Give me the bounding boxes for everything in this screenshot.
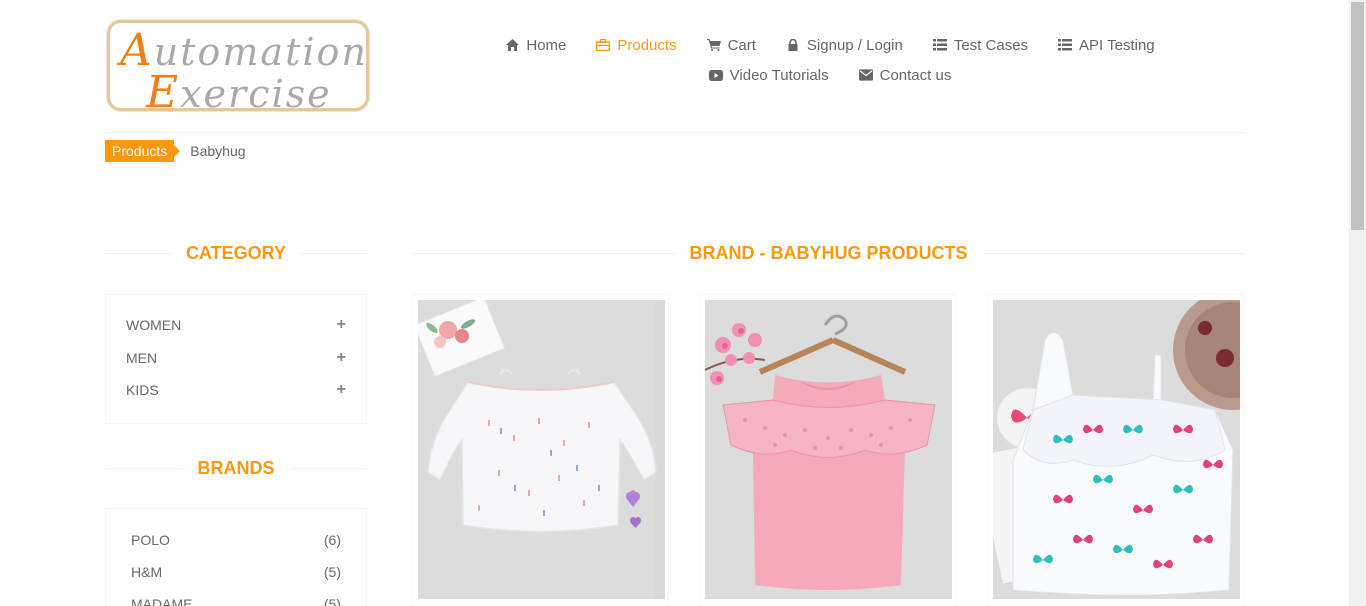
brand-count: (5) bbox=[323, 564, 341, 580]
scrollbar-thumb[interactable] bbox=[1351, 2, 1364, 230]
nav-home-label: Home bbox=[526, 36, 567, 54]
brands-panel: Polo (6) H&M (5) Madame (5) bbox=[105, 508, 367, 606]
nav-test-cases-label: Test Cases bbox=[953, 36, 1029, 54]
brand-hm[interactable]: H&M (5) bbox=[106, 556, 366, 588]
nav-contact-us[interactable]: Contact us bbox=[844, 67, 967, 84]
product-card[interactable] bbox=[987, 294, 1244, 606]
products-icon bbox=[596, 38, 611, 52]
category-heading: CATEGORY bbox=[105, 243, 368, 263]
lock-icon bbox=[786, 38, 800, 52]
nav-products[interactable]: Products bbox=[581, 37, 691, 54]
nav-signup-login[interactable]: Signup / Login bbox=[771, 37, 918, 54]
brand-polo[interactable]: Polo (6) bbox=[106, 524, 366, 556]
breadcrumb-current: Babyhug bbox=[190, 143, 246, 159]
nav-home[interactable]: Home bbox=[490, 37, 581, 54]
product-image[interactable] bbox=[705, 300, 952, 599]
nav-video-tutorials[interactable]: Video Tutorials bbox=[694, 67, 844, 84]
brand-label: Madame bbox=[131, 596, 193, 606]
nav-signup-login-label: Signup / Login bbox=[806, 36, 903, 54]
category-panel: Women + Men + Kids + bbox=[105, 294, 367, 424]
category-women[interactable]: Women + bbox=[106, 309, 366, 342]
nav-row-1: Home Products Cart Signup / Login Test C… bbox=[505, 30, 1155, 60]
brand-count: (5) bbox=[323, 596, 341, 606]
brand-label: H&M bbox=[131, 564, 163, 580]
category-label: Kids bbox=[126, 382, 159, 399]
brand-label: Polo bbox=[131, 532, 170, 548]
nav-products-label: Products bbox=[617, 36, 677, 54]
breadcrumb: Products Babyhug bbox=[105, 140, 246, 162]
list-icon bbox=[932, 38, 947, 52]
plus-icon[interactable]: + bbox=[337, 316, 346, 334]
product-card[interactable] bbox=[412, 294, 669, 606]
cart-icon bbox=[706, 38, 721, 52]
main-nav: Home Products Cart Signup / Login Test C… bbox=[505, 30, 1155, 90]
nav-api-testing[interactable]: API Testing bbox=[1043, 37, 1170, 54]
list-icon bbox=[1058, 38, 1073, 52]
plus-icon[interactable]: + bbox=[337, 349, 346, 367]
brand-count: (6) bbox=[323, 532, 341, 548]
nav-contact-us-label: Contact us bbox=[879, 66, 952, 84]
youtube-icon bbox=[708, 68, 723, 82]
nav-video-tutorials-label: Video Tutorials bbox=[729, 66, 829, 84]
header: Automation Exercise Home Products Cart S… bbox=[105, 0, 1245, 133]
scrollbar[interactable] bbox=[1349, 0, 1366, 606]
nav-test-cases[interactable]: Test Cases bbox=[918, 37, 1043, 54]
nav-cart[interactable]: Cart bbox=[692, 37, 771, 54]
category-men[interactable]: Men + bbox=[106, 342, 366, 375]
product-image[interactable] bbox=[418, 300, 665, 599]
brands-heading: BRANDS bbox=[105, 458, 368, 478]
plus-icon[interactable]: + bbox=[337, 381, 346, 399]
nav-row-2: Video Tutorials Contact us bbox=[510, 60, 1150, 90]
category-label: Men bbox=[126, 349, 158, 366]
breadcrumb-products[interactable]: Products bbox=[105, 140, 181, 162]
category-label: Women bbox=[126, 317, 182, 334]
product-card[interactable] bbox=[699, 294, 956, 606]
brand-madame[interactable]: Madame (5) bbox=[106, 588, 366, 606]
envelope-icon bbox=[858, 68, 873, 82]
products-heading: BRAND - BABYHUG PRODUCTS bbox=[412, 243, 1245, 263]
category-kids[interactable]: Kids + bbox=[106, 374, 366, 407]
nav-api-testing-label: API Testing bbox=[1079, 36, 1155, 54]
home-icon bbox=[505, 38, 519, 52]
logo-line-2: Exercise bbox=[146, 67, 332, 118]
nav-cart-label: Cart bbox=[727, 36, 756, 54]
product-image[interactable] bbox=[993, 300, 1240, 599]
site-logo[interactable]: Automation Exercise bbox=[107, 20, 369, 118]
